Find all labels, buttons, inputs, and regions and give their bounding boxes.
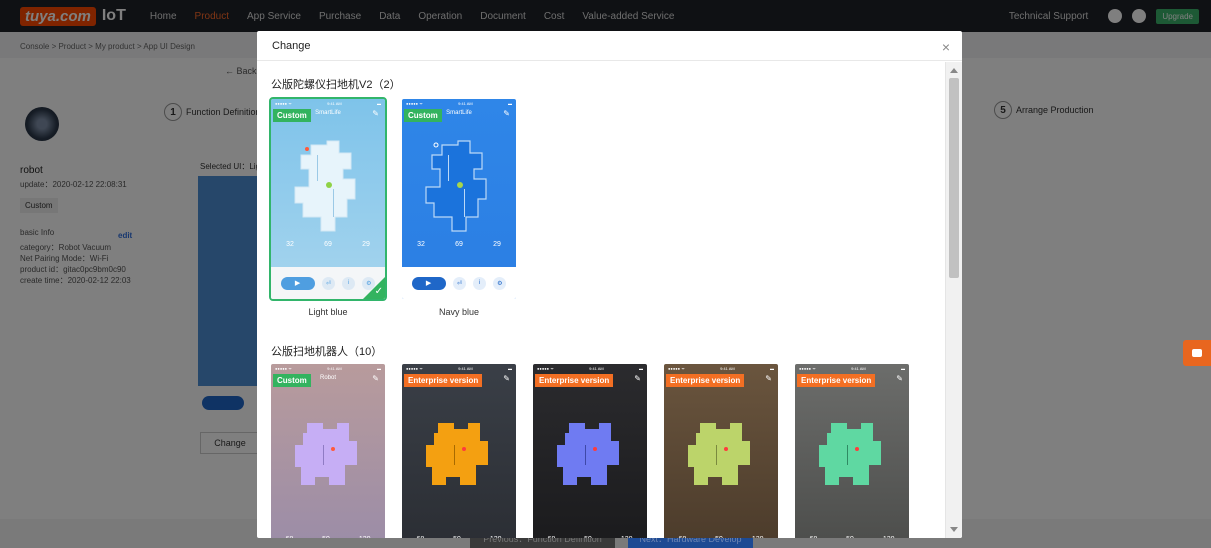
stats-row: 32 69 29	[402, 241, 516, 248]
ui-template-robot-enterprise-orange[interactable]: ●●●●● ᯤ9:41 AM▬ Enterprise version ✎ 68 …	[402, 364, 516, 538]
stat-area: 32	[417, 241, 425, 248]
template-preview: ●●●●● ᯤ9:41 AM▬ Custom Robot ✎ 68 59 120	[271, 364, 385, 538]
play-icon: ▶	[280, 276, 315, 290]
stat-area: 68	[678, 536, 686, 538]
room-map	[557, 423, 619, 485]
room-map	[295, 423, 357, 485]
ui-template-navy-blue[interactable]: ●●●●● ᯤ 9:41 AM ▬ Custom SmartLife ✎ 32 69…	[402, 99, 516, 317]
dialog-scrollbar[interactable]	[945, 62, 962, 538]
dialog-body: 公版陀螺仪扫地机V2（2） ●●●●● ᯤ 9:41 AM ▬ Custom Sma…	[257, 62, 945, 538]
change-ui-dialog: Change × 公版陀螺仪扫地机V2（2） ●●●●● ᯤ 9:41 AM ▬ C…	[257, 31, 962, 538]
edit-pencil-icon: ✎	[503, 374, 510, 383]
scroll-thumb[interactable]	[949, 78, 959, 278]
edit-pencil-icon: ✎	[634, 374, 641, 383]
dialog-header: Change	[257, 31, 962, 61]
phone-status-bar: ●●●●● ᯤ 9:41 AM ▬	[406, 366, 512, 371]
stat-time: 59	[584, 536, 592, 538]
phone-status-bar: ●●●●● ᯤ 9:41 AM ▬	[799, 366, 905, 371]
edit-pencil-icon: ✎	[503, 109, 510, 118]
edit-pencil-icon: ✎	[765, 374, 772, 383]
phone-status-bar: ●●●●● ᯤ 9:41 AM ▬	[406, 101, 512, 106]
edit-pencil-icon: ✎	[372, 374, 379, 383]
group-title-gyro-robot-v2: 公版陀螺仪扫地机V2（2）	[271, 79, 401, 91]
phone-status-bar: ●●●●● ᯤ 9:41 AM ▬	[537, 366, 643, 371]
stats-row: 68 59 120	[271, 536, 385, 538]
ui-template-robot-enterprise-mint[interactable]: ●●●●● ᯤ9:41 AM▬ Enterprise version ✎ 68 …	[795, 364, 909, 538]
template-tag: Enterprise version	[404, 374, 483, 387]
edit-pencil-icon: ✎	[896, 374, 903, 383]
stats-row: 68 59 120	[795, 536, 909, 538]
phone-title: SmartLife	[446, 110, 472, 116]
stats-row: 68 59 120	[533, 536, 647, 538]
stat-time: 69	[455, 241, 463, 248]
stat-time: 59	[846, 536, 854, 538]
stat-battery: 120	[359, 536, 371, 538]
recharge-icon: ⏎	[452, 276, 466, 290]
stat-battery: 120	[752, 536, 764, 538]
chat-support-button[interactable]	[1183, 340, 1211, 366]
ui-template-robot-custom[interactable]: ●●●●● ᯤ9:41 AM▬ Custom Robot ✎ 68 59 120	[271, 364, 385, 538]
stats-row: 32 69 29	[271, 241, 385, 248]
phone-status-bar: ●●●●● ᯤ 9:41 AM ▬	[275, 366, 381, 371]
template-label: Light blue	[308, 307, 348, 317]
stat-battery: 120	[621, 536, 633, 538]
template-tag: Enterprise version	[797, 374, 876, 387]
stat-battery: 29	[493, 241, 501, 248]
ui-template-robot-enterprise-lime[interactable]: ●●●●● ᯤ9:41 AM▬ Enterprise version ✎ 68 …	[664, 364, 778, 538]
stat-time: 69	[324, 241, 332, 248]
stat-time: 59	[453, 536, 461, 538]
template-preview: ●●●●● ᯤ9:41 AM▬ Enterprise version ✎ 68 …	[533, 364, 647, 538]
stats-row: 68 59 120	[664, 536, 778, 538]
template-preview: ●●●●● ᯤ9:41 AM▬ Enterprise version ✎ 68 …	[664, 364, 778, 538]
stats-row: 68 59 120	[402, 536, 516, 538]
template-preview: ●●●●● ᯤ 9:41 AM ▬ Custom SmartLife ✎ 32 69…	[402, 99, 516, 299]
info-icon: i	[342, 276, 356, 290]
stat-area: 32	[286, 241, 294, 248]
room-map	[294, 140, 356, 232]
phone-status-bar: ●●●●● ᯤ 9:41 AM ▬	[668, 366, 774, 371]
stat-battery: 120	[883, 536, 895, 538]
template-preview: ●●●●● ᯤ 9:41 AM ▬ Custom SmartLife ✎ 32 69…	[269, 97, 387, 301]
stat-battery: 29	[362, 241, 370, 248]
stat-area: 68	[809, 536, 817, 538]
check-icon: ✓	[374, 286, 383, 297]
control-bar: ▶ ⏎ i ⚙	[402, 267, 516, 299]
template-preview: ●●●●● ᯤ9:41 AM▬ Enterprise version ✎ 68 …	[795, 364, 909, 538]
phone-title: Robot	[319, 375, 336, 381]
template-tag: Enterprise version	[535, 374, 614, 387]
phone-title: SmartLife	[315, 110, 341, 116]
template-label: Navy blue	[438, 307, 480, 317]
stat-area: 68	[416, 536, 424, 538]
scroll-down-arrow-icon[interactable]	[950, 527, 958, 532]
stat-battery: 120	[490, 536, 502, 538]
stat-area: 68	[285, 536, 293, 538]
ui-template-light-blue[interactable]: ●●●●● ᯤ 9:41 AM ▬ Custom SmartLife ✎ 32 69…	[269, 97, 387, 317]
close-icon[interactable]: ×	[942, 39, 950, 55]
stat-time: 59	[715, 536, 723, 538]
chat-icon	[1192, 349, 1202, 357]
play-icon: ▶	[411, 276, 446, 290]
template-tag: Enterprise version	[666, 374, 745, 387]
stat-time: 59	[322, 536, 330, 538]
settings-icon: ⚙	[493, 276, 507, 290]
dialog-title: Change	[272, 39, 311, 52]
stat-area: 68	[547, 536, 555, 538]
recharge-icon: ⏎	[321, 276, 335, 290]
group-title-robot-vacuum: 公版扫地机器人（10）	[271, 346, 383, 358]
template-preview: ●●●●● ᯤ9:41 AM▬ Enterprise version ✎ 68 …	[402, 364, 516, 538]
room-map	[819, 423, 881, 485]
phone-status-bar: ●●●●● ᯤ 9:41 AM ▬	[275, 101, 381, 106]
room-map	[426, 423, 488, 485]
info-icon: i	[473, 276, 487, 290]
scroll-up-arrow-icon[interactable]	[950, 68, 958, 73]
room-map	[688, 423, 750, 485]
room-map	[425, 140, 487, 232]
ui-template-robot-enterprise-violet[interactable]: ●●●●● ᯤ9:41 AM▬ Enterprise version ✎ 68 …	[533, 364, 647, 538]
edit-pencil-icon: ✎	[372, 109, 379, 118]
